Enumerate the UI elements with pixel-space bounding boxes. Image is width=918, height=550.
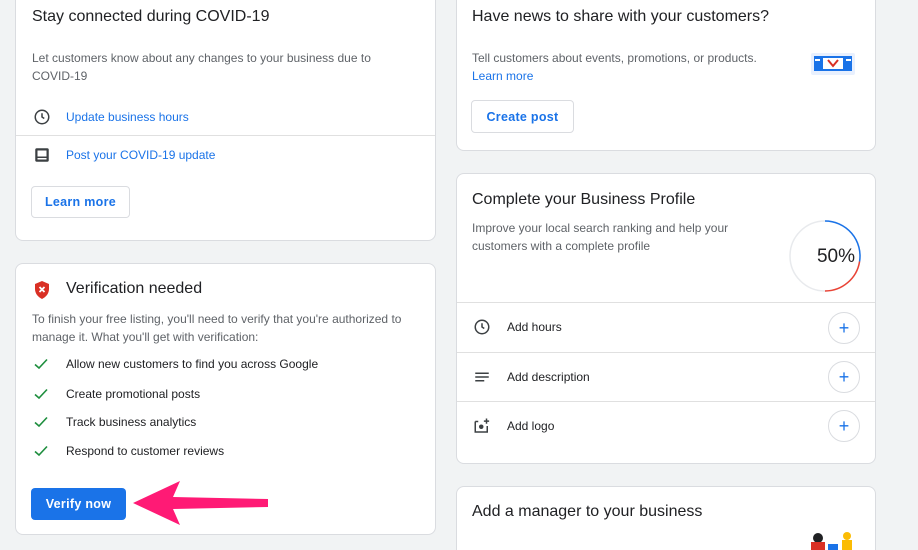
- add-logo-item[interactable]: Add logo: [457, 409, 875, 443]
- profile-divider: [457, 352, 875, 353]
- benefit-text: Create promotional posts: [66, 387, 201, 401]
- verification-title: Verification needed: [66, 280, 203, 297]
- create-post-button[interactable]: Create post: [471, 100, 574, 133]
- check-icon: [34, 416, 48, 428]
- covid-card: Stay connected during COVID-19 Let custo…: [15, 0, 436, 241]
- post-covid-update-action[interactable]: Post your COVID-19 update: [16, 143, 435, 167]
- benefit-item: Allow new customers to find you across G…: [34, 357, 319, 371]
- benefit-text: Track business analytics: [66, 415, 197, 429]
- people-illustration-icon: [806, 530, 862, 550]
- profile-card-description: Improve your local search ranking and he…: [472, 221, 729, 253]
- verify-now-button[interactable]: Verify now: [31, 488, 126, 520]
- add-hours-label: Add hours: [507, 320, 562, 334]
- news-card-title: Have news to share with your customers?: [472, 8, 770, 25]
- add-hours-plus-button[interactable]: +: [828, 312, 860, 344]
- profile-card: Complete your Business Profile Improve y…: [456, 173, 876, 464]
- verification-description: To finish your free listing, you'll need…: [32, 312, 402, 344]
- covid-learn-more-button[interactable]: Learn more: [31, 186, 130, 218]
- add-hours-item[interactable]: Add hours: [457, 310, 875, 344]
- profile-divider: [457, 302, 875, 303]
- progress-label: 50%: [816, 246, 855, 267]
- manager-card-title: Add a manager to your business: [472, 503, 703, 520]
- update-hours-action[interactable]: Update business hours: [16, 105, 435, 129]
- add-photo-icon: [472, 416, 492, 436]
- post-covid-update-link[interactable]: Post your COVID-19 update: [66, 148, 215, 162]
- newspaper-illustration-icon: [809, 49, 857, 77]
- manager-card: Add a manager to your business: [456, 486, 876, 550]
- benefit-text: Respond to customer reviews: [66, 444, 225, 458]
- shield-alert-icon: [34, 281, 50, 299]
- profile-divider: [457, 401, 875, 402]
- benefit-text: Allow new customers to find you across G…: [66, 357, 319, 371]
- post-icon: [32, 145, 52, 165]
- pink-arrow-annotation: [133, 481, 268, 525]
- text-lines-icon: [472, 367, 492, 387]
- check-icon: [34, 388, 48, 400]
- clock-icon: [32, 107, 52, 127]
- clock-icon: [472, 317, 492, 337]
- add-logo-label: Add logo: [507, 419, 555, 433]
- check-icon: [34, 358, 48, 370]
- covid-card-description: Let customers know about any changes to …: [32, 51, 371, 83]
- benefit-item: Create promotional posts: [34, 387, 201, 401]
- add-description-item[interactable]: Add description: [457, 360, 875, 394]
- add-description-plus-button[interactable]: +: [828, 361, 860, 393]
- profile-card-title: Complete your Business Profile: [472, 191, 696, 208]
- covid-card-title: Stay connected during COVID-19: [32, 8, 270, 25]
- news-learn-more-link[interactable]: Learn more: [472, 69, 533, 83]
- benefit-item: Respond to customer reviews: [34, 444, 225, 458]
- profile-progress-ring: 50%: [787, 218, 863, 294]
- benefit-item: Track business analytics: [34, 415, 197, 429]
- add-description-label: Add description: [507, 370, 590, 384]
- add-logo-plus-button[interactable]: +: [828, 410, 860, 442]
- news-card-description: Tell customers about events, promotions,…: [472, 49, 792, 85]
- news-description-text: Tell customers about events, promotions,…: [472, 51, 757, 65]
- covid-divider: [16, 135, 435, 136]
- news-card: Have news to share with your customers? …: [456, 0, 876, 151]
- check-icon: [34, 445, 48, 457]
- update-hours-link[interactable]: Update business hours: [66, 110, 189, 124]
